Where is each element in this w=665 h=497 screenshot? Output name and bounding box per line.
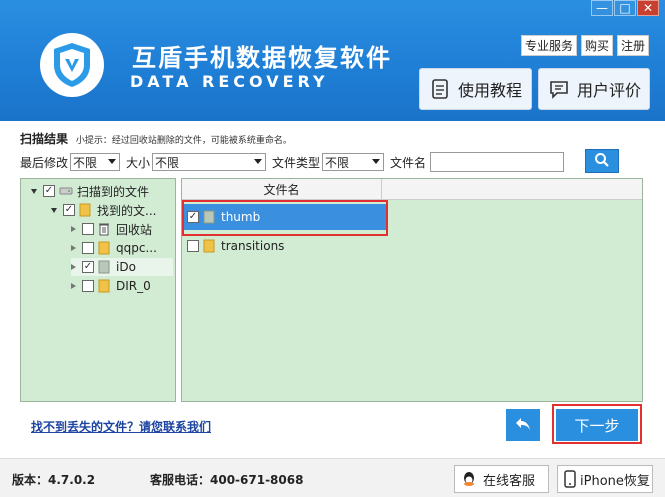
- online-service-label: 在线客服: [483, 473, 536, 489]
- drive-icon: [59, 184, 73, 198]
- file-checkbox[interactable]: [187, 240, 199, 252]
- tree-item-label: 回收站: [116, 222, 153, 237]
- tree-item-label: DIR_0: [116, 279, 151, 293]
- highlight-box: [552, 404, 642, 444]
- column-header-filename[interactable]: 文件名: [182, 179, 382, 200]
- file-name: transitions: [221, 239, 285, 253]
- folder-icon: [98, 279, 110, 293]
- search-icon: [594, 152, 610, 171]
- list-header: 文件名: [182, 179, 642, 200]
- modified-select[interactable]: 不限: [70, 153, 121, 171]
- highlight-box: [182, 200, 388, 236]
- modified-value: 不限: [73, 155, 98, 170]
- scan-result-bar: 扫描结果 小提示：经过回收站删除的文件，可能被系统重命名。: [20, 130, 292, 147]
- collapse-arrow-icon[interactable]: [51, 207, 57, 213]
- type-value: 不限: [325, 155, 350, 170]
- scan-hint: 小提示：经过回收站删除的文件，可能被系统重命名。: [75, 136, 292, 146]
- iphone-recovery-button[interactable]: iPhone恢复: [557, 465, 653, 493]
- type-select[interactable]: 不限: [322, 153, 385, 171]
- back-arrow-icon: [514, 416, 532, 435]
- top-links: 专业服务 购买 注册: [520, 35, 649, 56]
- user-review-button[interactable]: 用户评价: [538, 68, 650, 110]
- folder-icon: [98, 241, 110, 255]
- tree-root-label: 扫描到的文件: [77, 184, 150, 199]
- scan-result-title: 扫描结果: [20, 132, 69, 146]
- file-list: 文件名 ✓ thumb transitions: [181, 178, 643, 402]
- folder-icon: [79, 203, 91, 217]
- collapse-arrow-icon[interactable]: [31, 188, 37, 194]
- modified-label: 最后修改: [20, 155, 69, 170]
- tree-item-label: qqpc...: [116, 241, 157, 255]
- type-label: 文件类型: [272, 155, 321, 170]
- footer-bar: 版本：4.7.0.2 客服电话：400-671-8068 在线客服 iPhone…: [0, 458, 665, 497]
- user-review-label: 用户评价: [577, 81, 642, 100]
- expand-arrow-icon[interactable]: [71, 264, 76, 270]
- pro-service-link[interactable]: 专业服务: [520, 35, 577, 56]
- search-button[interactable]: [585, 149, 619, 173]
- file-row[interactable]: transitions: [184, 233, 386, 259]
- tree-item-checkbox[interactable]: [82, 242, 94, 254]
- tree-found-label: 找到的文...: [97, 203, 157, 218]
- expand-arrow-icon[interactable]: [71, 283, 76, 289]
- chevron-down-icon: [372, 159, 381, 164]
- app-subtitle: DATA RECOVERY: [130, 72, 329, 91]
- tree-item-checkbox[interactable]: [82, 280, 94, 292]
- support-phone: 客服电话：400-671-8068: [150, 473, 304, 487]
- name-label: 文件名: [390, 155, 427, 170]
- size-value: 不限: [155, 155, 180, 170]
- filter-bar: 最后修改 不限 大小 不限 文件类型 不限 文件名: [20, 152, 565, 172]
- app-title: 互盾手机数据恢复软件: [132, 44, 392, 72]
- tutorial-button[interactable]: 使用教程: [419, 68, 532, 110]
- tree-found-folder[interactable]: ✓ 找到的文...: [51, 201, 156, 219]
- filename-input[interactable]: [430, 152, 565, 172]
- tree-item-recycle[interactable]: 回收站: [71, 220, 152, 238]
- contact-help-link[interactable]: 找不到丢失的文件？请您联系我们: [31, 418, 211, 435]
- expand-arrow-icon[interactable]: [71, 245, 76, 251]
- size-select[interactable]: 不限: [152, 153, 267, 171]
- tree-root-checkbox[interactable]: ✓: [43, 185, 55, 197]
- document-icon: [430, 79, 450, 99]
- window-controls: — □ ✕: [590, 0, 659, 16]
- buy-link[interactable]: 购买: [580, 35, 613, 56]
- recycle-bin-icon: [98, 222, 110, 236]
- tree-item-qqpc[interactable]: qqpc...: [71, 239, 157, 257]
- expand-arrow-icon[interactable]: [71, 226, 76, 232]
- chevron-down-icon: [254, 159, 263, 164]
- tree-root[interactable]: ✓ 扫描到的文件: [31, 182, 149, 200]
- folder-icon: [203, 239, 215, 253]
- comment-icon: [549, 79, 569, 99]
- tree-found-checkbox[interactable]: ✓: [63, 204, 75, 216]
- back-button[interactable]: [506, 409, 540, 441]
- iphone-recovery-label: iPhone恢复: [580, 473, 650, 489]
- phone-icon: [564, 470, 576, 488]
- tree-item-ido[interactable]: ✓ iDo: [71, 258, 173, 276]
- chevron-down-icon: [108, 159, 117, 164]
- tree-item-checkbox[interactable]: ✓: [82, 261, 94, 273]
- folder-tree: ✓ 扫描到的文件 ✓ 找到的文... 回收站 qqpc... ✓ iDo DIR…: [20, 178, 176, 402]
- folder-icon: [98, 260, 110, 274]
- close-button[interactable]: ✕: [637, 0, 659, 16]
- tree-item-dir0[interactable]: DIR_0: [71, 277, 151, 295]
- minimize-button[interactable]: —: [591, 0, 613, 16]
- qq-icon: [461, 470, 477, 488]
- online-service-button[interactable]: 在线客服: [454, 465, 549, 493]
- version-text: 版本：4.7.0.2: [12, 473, 96, 487]
- size-label: 大小: [126, 155, 151, 170]
- register-link[interactable]: 注册: [616, 35, 649, 56]
- app-header: 互盾手机数据恢复软件 DATA RECOVERY — □ ✕ 专业服务 购买 注…: [0, 0, 665, 121]
- tree-item-checkbox[interactable]: [82, 223, 94, 235]
- tutorial-label: 使用教程: [458, 81, 523, 100]
- tree-item-label: iDo: [116, 260, 136, 274]
- maximize-button[interactable]: □: [614, 0, 636, 16]
- shield-logo-icon: [40, 33, 104, 97]
